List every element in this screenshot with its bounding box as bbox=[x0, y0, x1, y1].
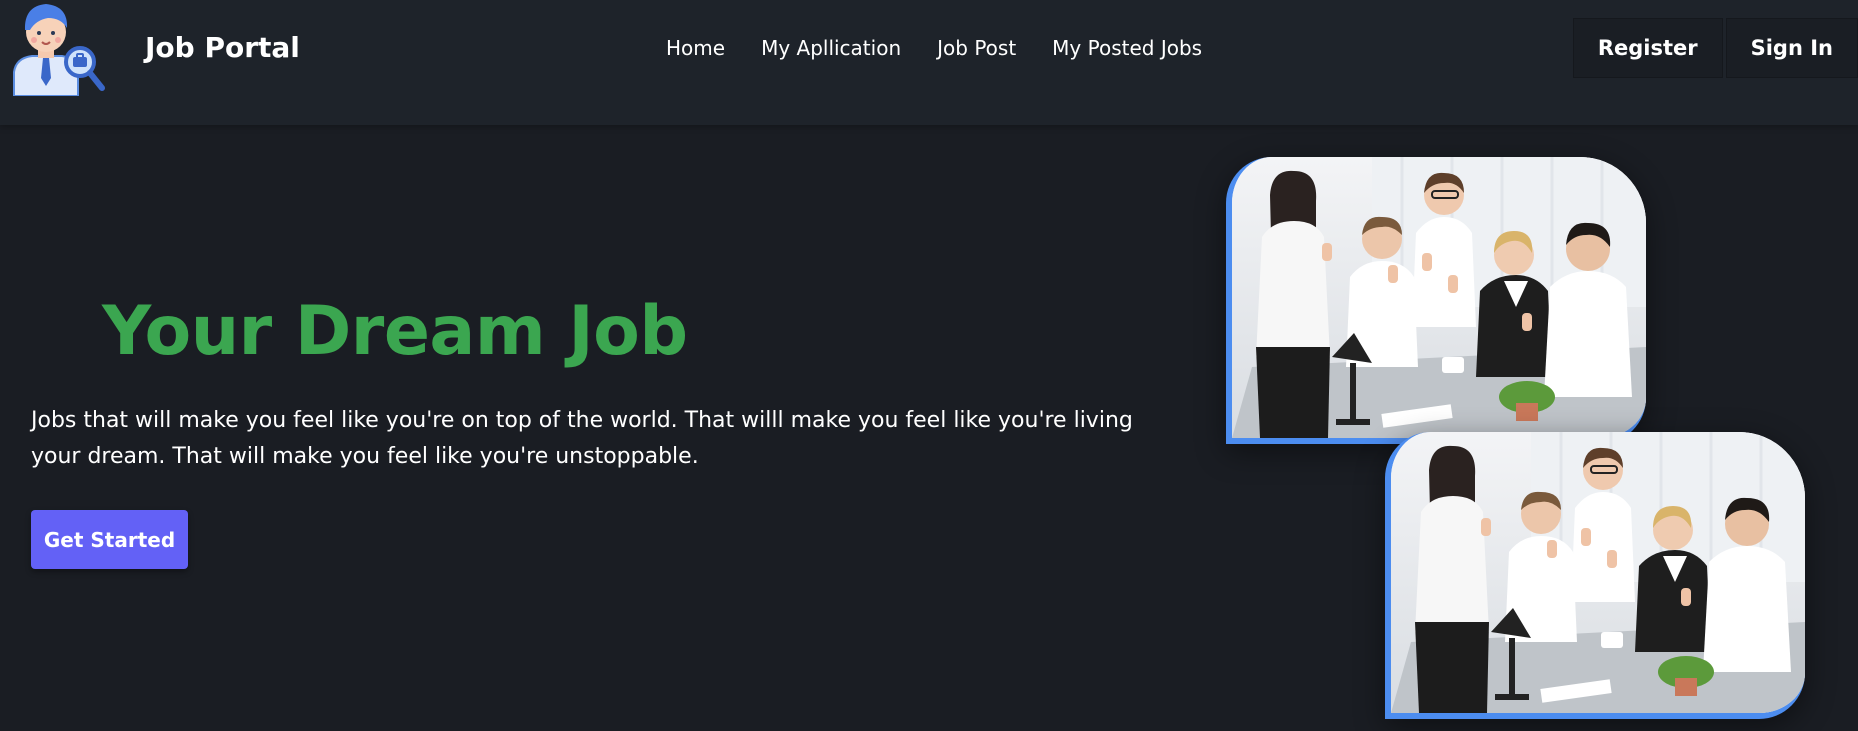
job-seeker-avatar-icon[interactable] bbox=[6, 0, 106, 96]
hero-team-photo-top bbox=[1226, 157, 1646, 444]
hero-title: Your Dream Job bbox=[102, 292, 688, 371]
nav-job-post[interactable]: Job Post bbox=[937, 33, 1016, 63]
hero-team-photo-bottom bbox=[1385, 432, 1805, 719]
main-nav: Home My Apllication Job Post My Posted J… bbox=[666, 33, 1238, 63]
nav-my-posted-jobs[interactable]: My Posted Jobs bbox=[1052, 33, 1202, 63]
team-photo-image bbox=[1232, 157, 1646, 438]
get-started-button[interactable]: Get Started bbox=[31, 510, 188, 569]
auth-buttons: Register Sign In bbox=[1570, 18, 1858, 78]
nav-home[interactable]: Home bbox=[666, 33, 725, 63]
top-navbar: Job Portal Home My Apllication Job Post … bbox=[0, 0, 1858, 125]
brand-name[interactable]: Job Portal bbox=[145, 30, 300, 66]
register-button[interactable]: Register bbox=[1572, 18, 1723, 78]
sign-in-button[interactable]: Sign In bbox=[1725, 18, 1858, 78]
hero-description: Jobs that will make you feel like you're… bbox=[31, 408, 1133, 469]
nav-my-application[interactable]: My Apllication bbox=[761, 33, 901, 63]
team-photo-image bbox=[1391, 432, 1805, 713]
